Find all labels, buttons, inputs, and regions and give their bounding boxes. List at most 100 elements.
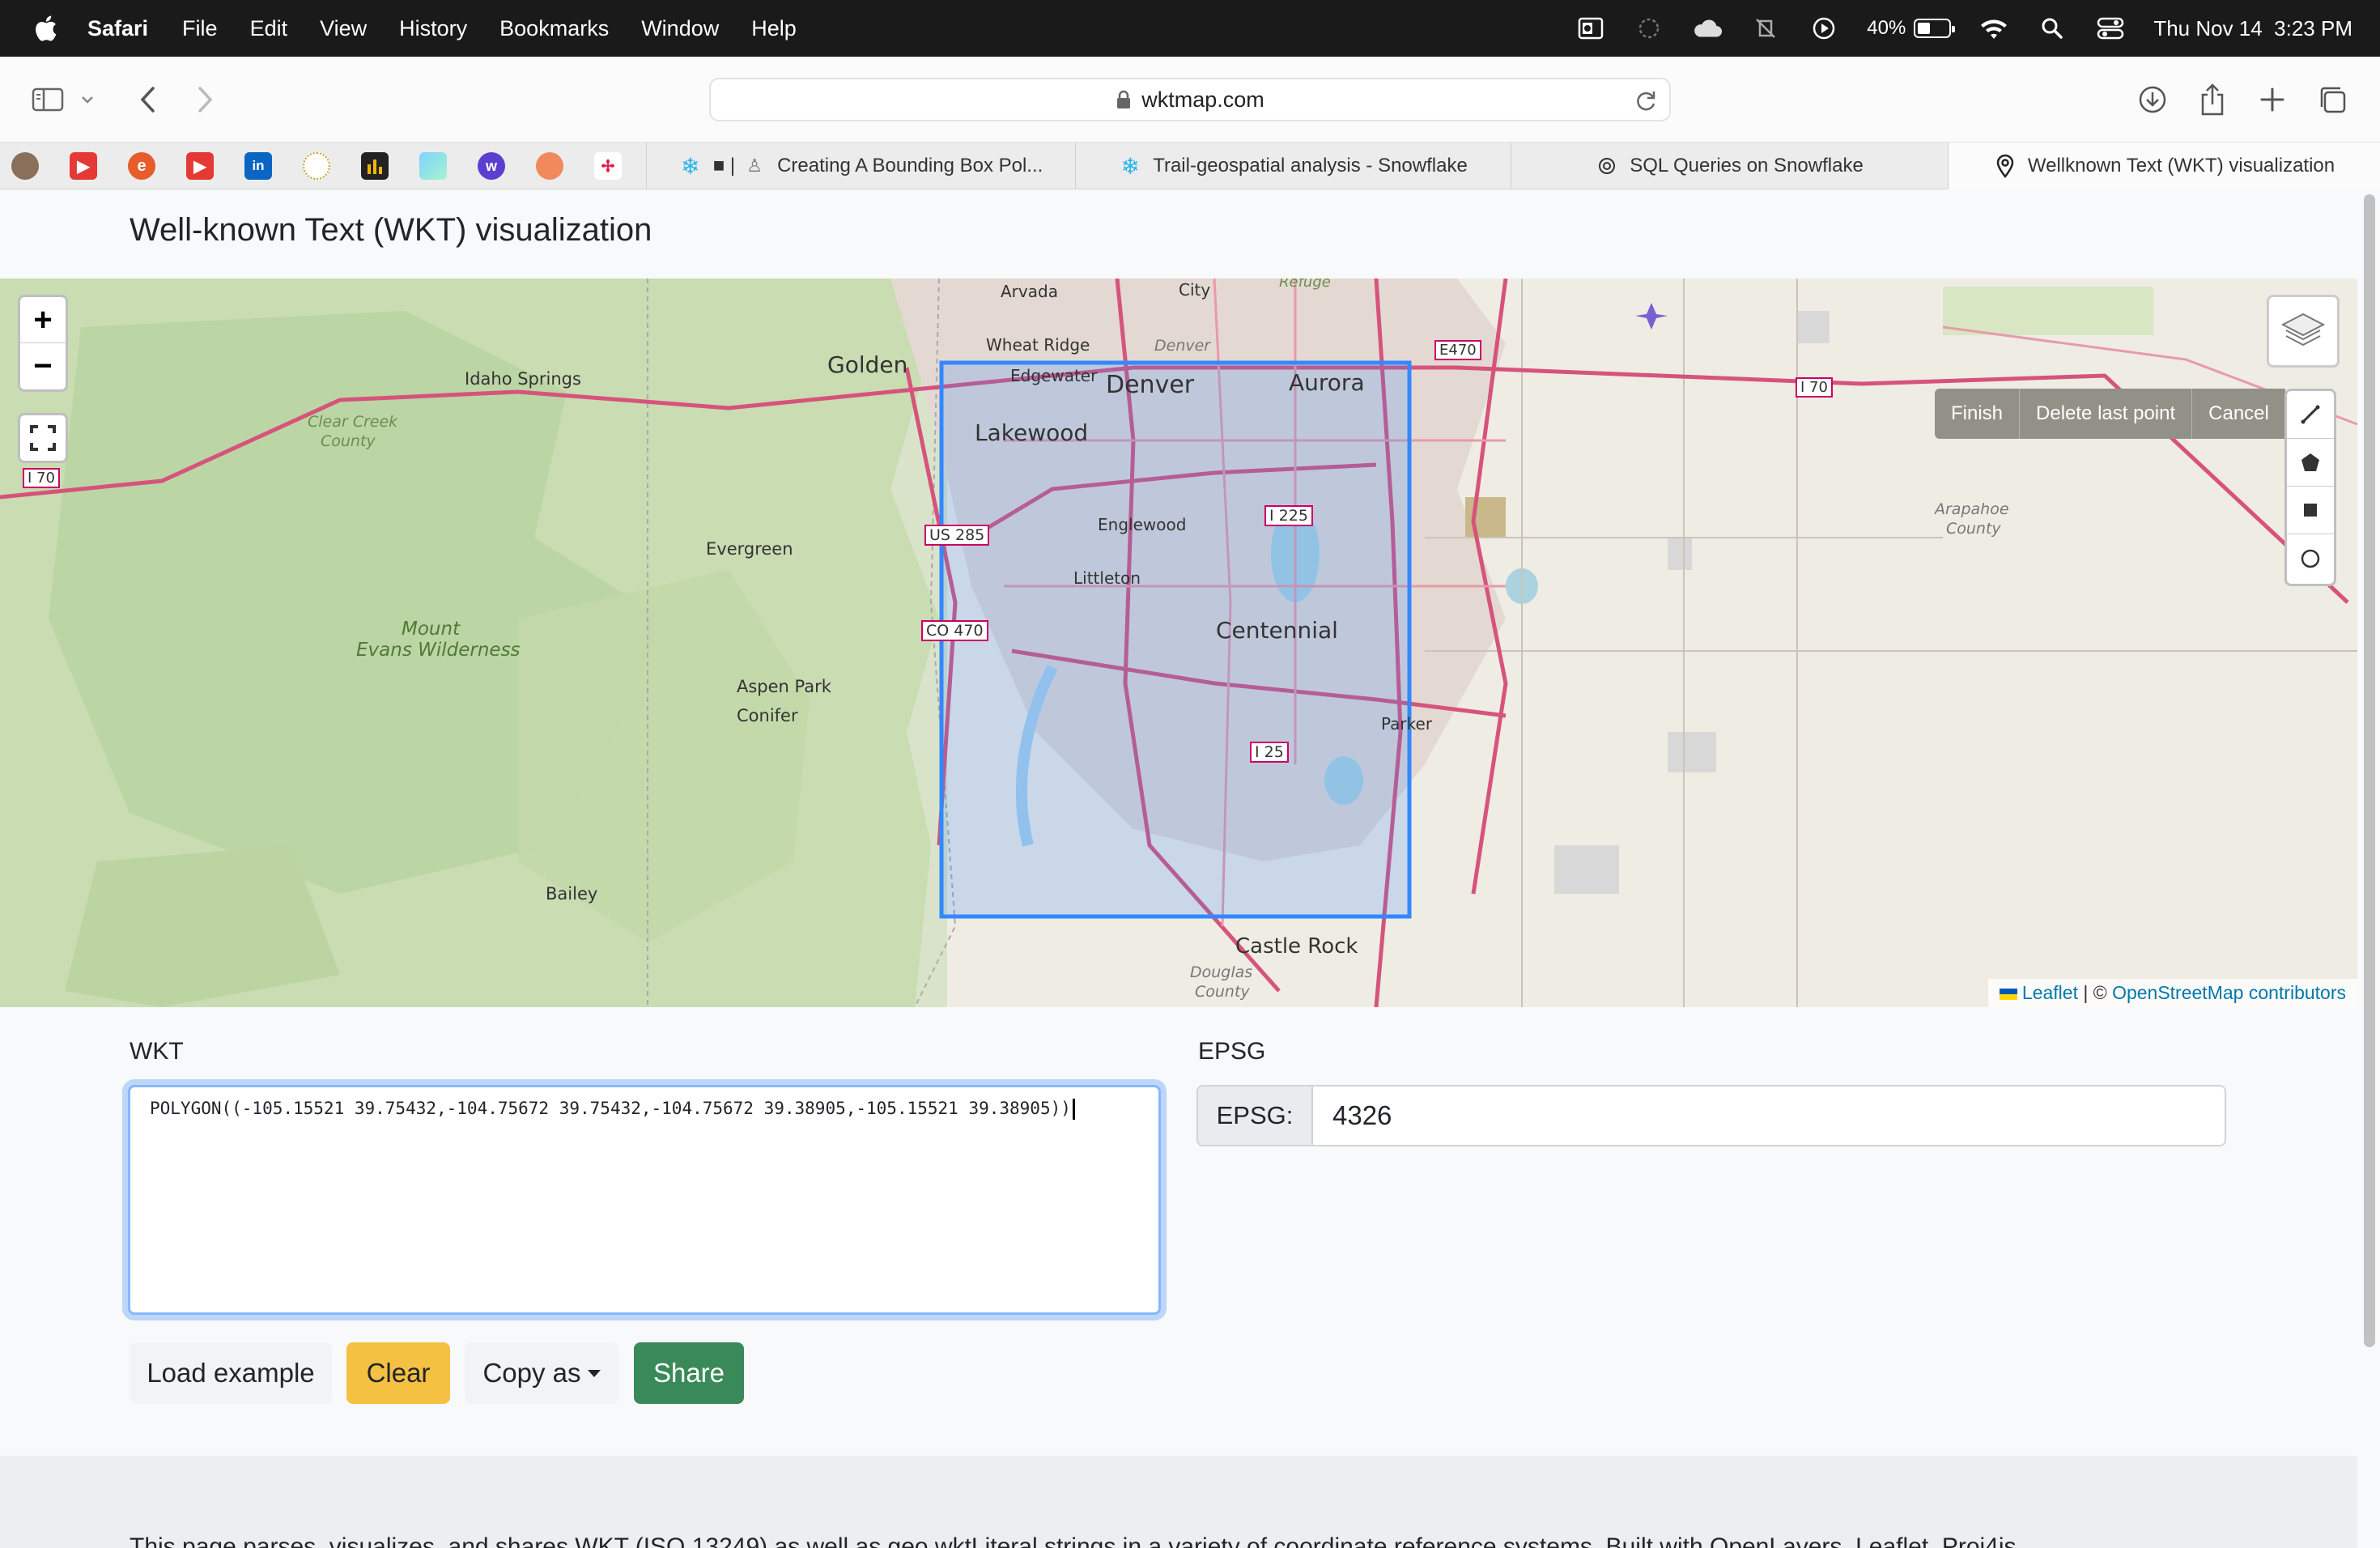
draw-polygon-button[interactable]	[2287, 439, 2334, 487]
menu-window[interactable]: Window	[641, 16, 719, 41]
zoom-in-button[interactable]: +	[20, 297, 66, 343]
map-label-arvada: Arvada	[1001, 282, 1058, 301]
ukraine-flag-icon	[1999, 988, 2017, 1000]
map-label-lakewood: Lakewood	[975, 419, 1089, 446]
draw-toolbar	[2284, 389, 2336, 586]
share-icon[interactable]	[2194, 81, 2231, 118]
pinned-w-icon[interactable]: w	[478, 152, 505, 180]
page-title: Well-known Text (WKT) visualization	[130, 212, 652, 248]
map-label-us285: US 285	[924, 525, 990, 546]
map-label-golden: Golden	[827, 351, 908, 378]
map-attribution: Leaflet | © OpenStreetMap contributors	[1987, 979, 2357, 1007]
wifi-icon[interactable]	[1978, 13, 2009, 44]
battery-indicator[interactable]: 40%	[1867, 17, 1956, 40]
epsg-label: EPSG	[1198, 1038, 1266, 1065]
play-icon[interactable]	[1808, 13, 1839, 44]
map-label-parker: Parker	[1381, 714, 1433, 734]
sidebar-toggle-icon[interactable]	[29, 81, 66, 118]
map-label-i225: I 225	[1264, 505, 1313, 526]
layers-button[interactable]	[2267, 295, 2340, 368]
map-label-englewood: Englewood	[1098, 515, 1187, 534]
circle-icon	[2301, 549, 2320, 568]
pinned-sun-icon[interactable]	[303, 152, 330, 180]
map-label-edgewater: Edgewater	[1010, 366, 1098, 385]
map-view[interactable]: Arvada City Refuge Wheat Ridge Golden Ed…	[0, 279, 2357, 1007]
map-label-wheat-ridge: Wheat Ridge	[986, 335, 1090, 355]
map-label-i70-east: I 70	[1796, 377, 1833, 398]
epsg-input-group: EPSG: 4326	[1196, 1085, 2226, 1146]
back-icon[interactable]	[130, 81, 167, 118]
tab-sql-queries[interactable]: SQL Queries on Snowflake	[1511, 142, 1948, 189]
chevron-down-icon[interactable]	[78, 81, 97, 118]
pinned-orange-icon[interactable]	[536, 152, 563, 180]
delete-last-point-button[interactable]: Delete last point	[2020, 389, 2193, 439]
pinned-profile-icon[interactable]	[11, 152, 39, 180]
menu-help[interactable]: Help	[751, 16, 797, 41]
zoom-control: + −	[18, 295, 68, 392]
menu-bookmarks[interactable]: Bookmarks	[499, 16, 609, 41]
snowflake-icon: ❄	[1120, 153, 1140, 179]
map-label-arapahoe: Arapahoe	[1935, 500, 2009, 518]
reload-icon[interactable]	[1635, 89, 1658, 112]
macos-menubar: Safari File Edit View History Bookmarks …	[0, 0, 2380, 57]
menu-file[interactable]: File	[182, 16, 218, 41]
tab-label: Wellknown Text (WKT) visualization	[2027, 155, 2335, 176]
clock[interactable]: Thu Nov 14 3:23 PM	[2153, 16, 2352, 41]
pinned-wave-icon[interactable]	[419, 152, 447, 180]
tab-trail-geospatial[interactable]: ❄ Trail-geospatial analysis - Snowflake	[1075, 142, 1511, 189]
mute-icon[interactable]	[1750, 13, 1781, 44]
new-tab-icon[interactable]	[2254, 81, 2291, 118]
tab-bounding-box[interactable]: ❄ ■ | ♙ Creating A Bounding Box Pol...	[646, 142, 1075, 189]
draw-rectangle-button[interactable]	[2287, 487, 2334, 534]
spotlight-search-icon[interactable]	[2037, 13, 2068, 44]
page-scrollbar[interactable]	[2364, 194, 2375, 1347]
menu-history[interactable]: History	[399, 16, 467, 41]
map-label-denver-county: Denver	[1154, 337, 1211, 355]
browser-toolbar: wktmap.com	[0, 57, 2380, 142]
menu-edit[interactable]: Edit	[250, 16, 288, 41]
zoom-out-button[interactable]: −	[20, 343, 66, 389]
apple-menu-icon[interactable]	[31, 14, 60, 43]
draw-polyline-button[interactable]	[2287, 391, 2334, 439]
pinned-e-icon[interactable]: e	[128, 152, 155, 180]
menu-app-safari[interactable]: Safari	[87, 16, 148, 41]
draw-circle-button[interactable]	[2287, 534, 2334, 582]
wkt-textarea[interactable]: POLYGON((-105.15521 39.75432,-104.75672 …	[128, 1085, 1161, 1315]
address-bar[interactable]: wktmap.com	[709, 78, 1671, 121]
control-center-icon[interactable]	[2095, 13, 2126, 44]
map-label-douglas-county: County	[1195, 983, 1250, 1001]
map-label-centennial: Centennial	[1216, 617, 1338, 644]
clear-button[interactable]: Clear	[346, 1342, 450, 1404]
tab-overview-icon[interactable]	[2314, 81, 2351, 118]
load-example-button[interactable]: Load example	[130, 1342, 332, 1404]
pinned-chart-icon[interactable]	[361, 152, 389, 180]
map-label-douglas: Douglas	[1190, 963, 1253, 981]
menu-view[interactable]: View	[320, 16, 367, 41]
robot-icon: ♙	[746, 155, 763, 176]
copy-as-dropdown[interactable]: Copy as	[465, 1342, 618, 1404]
cloud-icon[interactable]	[1692, 13, 1723, 44]
tab-wkt-visualization[interactable]: Wellknown Text (WKT) visualization	[1948, 142, 2380, 189]
pinned-youtube-icon[interactable]: ▶	[70, 152, 97, 180]
finish-button[interactable]: Finish	[1935, 389, 2021, 439]
epsg-input[interactable]: 4326	[1313, 1087, 2225, 1145]
downloads-icon[interactable]	[2134, 81, 2171, 118]
focus-moon-icon[interactable]	[1634, 13, 1664, 44]
map-label-mount: Mount	[402, 619, 461, 640]
copy-as-label: Copy as	[482, 1358, 581, 1388]
outlook-icon[interactable]	[1575, 13, 1606, 44]
forward-icon[interactable]	[186, 81, 223, 118]
leaflet-link[interactable]: Leaflet	[2022, 982, 2078, 1003]
cancel-button[interactable]: Cancel	[2192, 389, 2285, 439]
tab-bar: ▶ e ▶ in w ✢ ❄ ■ | ♙ Creating A Bounding…	[0, 142, 2380, 189]
map-label-city: City	[1179, 280, 1211, 300]
pinned-youtube-icon-2[interactable]: ▶	[186, 152, 214, 180]
pinned-tableau-icon[interactable]: ✢	[594, 152, 622, 180]
share-button[interactable]: Share	[634, 1342, 744, 1404]
osm-link[interactable]: OpenStreetMap contributors	[2112, 982, 2346, 1003]
footer-description: This page parses, visualizes, and shares…	[130, 1533, 2037, 1548]
map-label-clear-creek: Clear Creek	[308, 413, 398, 431]
fullscreen-button[interactable]	[18, 413, 68, 463]
draw-actions-bar: Finish Delete last point Cancel	[1935, 389, 2285, 439]
pinned-linkedin-icon[interactable]: in	[244, 152, 272, 180]
